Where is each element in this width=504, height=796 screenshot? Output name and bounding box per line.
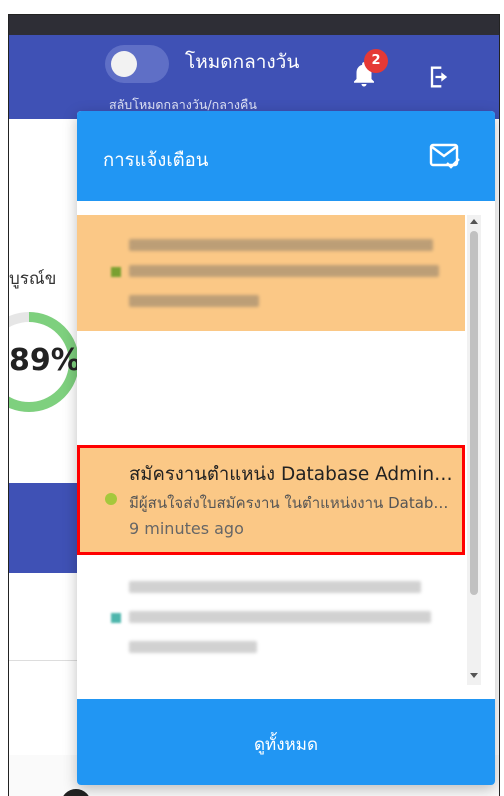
status-dot [111,613,121,623]
background-card [9,483,79,573]
notification-item[interactable] [77,561,465,677]
app-window: โหมดกลางวัน สลับโหมดกลางวัน/กลางคืน 2 บู… [8,14,500,796]
notification-item[interactable] [77,677,465,685]
background-percent: 89% [9,343,81,378]
scroll-down-arrow[interactable] [470,673,478,678]
notification-item[interactable] [77,215,465,331]
scrollbar[interactable] [467,215,481,685]
blurred-text [129,641,257,653]
scroll-up-arrow[interactable] [470,219,478,224]
blurred-text [129,239,433,251]
notification-list[interactable]: สมัครงานตำแหน่ง Database Administrator ม… [77,215,465,685]
dropdown-title: การแจ้งเตือน [103,150,209,171]
blurred-text [129,611,431,623]
scroll-thumb[interactable] [470,231,478,595]
toggle-knob [111,51,137,77]
mark-all-read-icon[interactable] [429,141,461,171]
highlight-box [77,445,465,555]
notification-dropdown: การแจ้งเตือน สมัครงานตำแหน่ง Database Ad… [77,111,495,785]
divider [9,660,79,661]
top-strip [9,15,499,35]
blurred-text [129,265,439,277]
day-night-toggle[interactable] [105,45,169,83]
dropdown-header: การแจ้งเตือน [77,111,495,201]
app-header: โหมดกลางวัน สลับโหมดกลางวัน/กลางคืน 2 [9,35,499,119]
blurred-text [129,581,421,593]
notification-item-selected[interactable]: สมัครงานตำแหน่ง Database Administrator ม… [77,445,465,555]
notification-count-badge: 2 [364,49,388,73]
view-all-label: ดูทั้งหมด [254,735,318,755]
logout-icon[interactable] [425,63,453,91]
view-all-button[interactable]: ดูทั้งหมด [77,699,495,785]
mode-label: โหมดกลางวัน [185,51,300,73]
blurred-text [129,295,259,307]
status-dot [111,267,121,277]
